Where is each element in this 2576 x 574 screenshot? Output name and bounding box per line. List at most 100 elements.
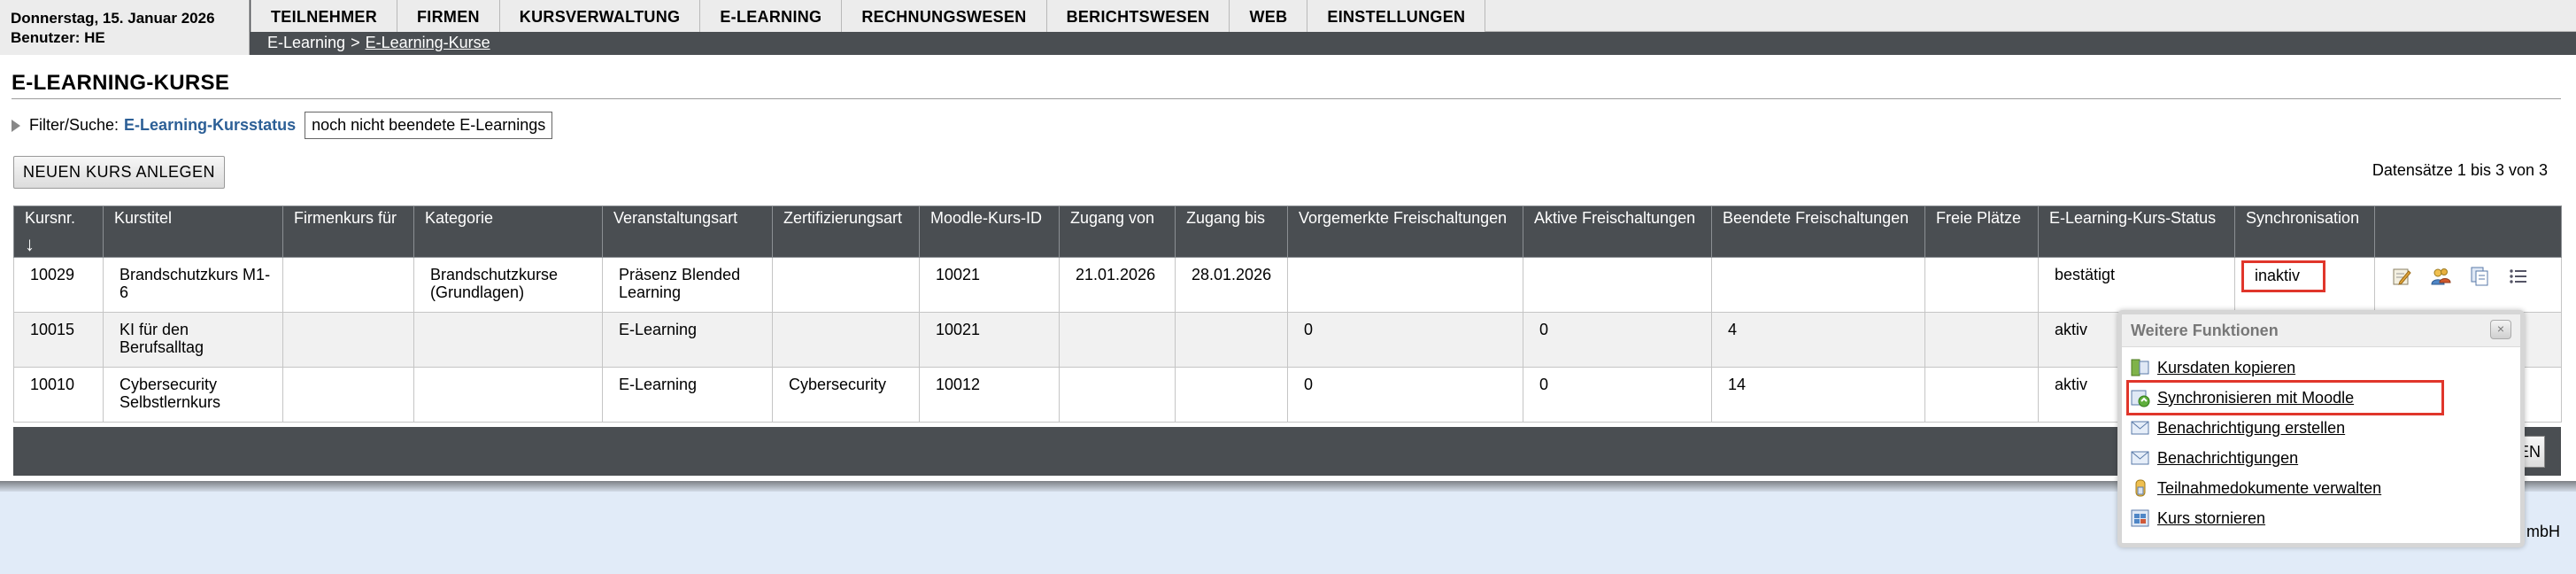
cell-zertifizierungsart: Cybersecurity xyxy=(772,367,920,423)
cell-zugang-von: 21.01.2026 xyxy=(1059,257,1176,313)
menu-item-kurs-stornieren[interactable]: Kurs stornieren xyxy=(2131,503,2520,533)
nav-kursverwaltung[interactable]: KURSVERWALTUNG xyxy=(498,0,701,32)
col-aktive[interactable]: Aktive Freischaltungen xyxy=(1523,206,1712,258)
menu-item-label: Kursdaten kopieren xyxy=(2157,358,2296,376)
col-zertifizierungsart[interactable]: Zertifizierungsart xyxy=(772,206,920,258)
cell-kategorie xyxy=(413,367,603,423)
cell-zertifizierungsart xyxy=(772,312,920,368)
col-moodle-id[interactable]: Moodle-Kurs-ID xyxy=(919,206,1060,258)
cell-zugang-bis xyxy=(1175,367,1288,423)
menu-item-label: Teilnahmedokumente verwalten xyxy=(2157,478,2382,497)
nav-einstellungen[interactable]: EINSTELLUNGEN xyxy=(1307,0,1486,32)
cell-freie-plaetze xyxy=(1924,312,2039,368)
date-user-box: Donnerstag, 15. Januar 2026 Benutzer: HE xyxy=(0,0,250,55)
breadcrumb-parent[interactable]: E-Learning xyxy=(267,34,345,51)
col-beendete[interactable]: Beendete Freischaltungen xyxy=(1711,206,1925,258)
cell-vorgemerkte: 0 xyxy=(1287,312,1523,368)
nav-teilnehmer[interactable]: TEILNEHMER xyxy=(251,0,397,32)
cell-zertifizierungsart xyxy=(772,257,920,313)
mail-create-icon xyxy=(2131,421,2149,435)
cell-freie-plaetze xyxy=(1924,367,2039,423)
menu-item-label: Kurs stornieren xyxy=(2157,508,2266,527)
copyright-text: mbH xyxy=(2526,523,2560,540)
nav-web[interactable]: WEB xyxy=(1229,0,1308,32)
cell-zugang-bis: 28.01.2026 xyxy=(1175,257,1288,313)
col-kursnr[interactable]: Kursnr. ↓ xyxy=(13,206,104,258)
cell-aktive xyxy=(1523,257,1712,313)
col-vorgemerkte[interactable]: Vorgemerkte Freischaltungen xyxy=(1287,206,1523,258)
menu-item-label: Benachrichtigung erstellen xyxy=(2157,418,2346,437)
cell-moodle-id: 10012 xyxy=(919,367,1060,423)
sync-icon xyxy=(2131,390,2150,407)
breadcrumb-current[interactable]: E-Learning-Kurse xyxy=(366,34,490,51)
cell-vorgemerkte: 0 xyxy=(1287,367,1523,423)
main-nav: TEILNEHMER FIRMEN KURSVERWALTUNG E-LEARN… xyxy=(251,0,1486,32)
filter-value: noch nicht beendete E-Learnings xyxy=(305,112,553,139)
cell-zugang-bis xyxy=(1175,312,1288,368)
sort-down-icon[interactable]: ↓ xyxy=(25,233,97,256)
menu-item-teilnahmedokumente[interactable]: Teilnahmedokumente verwalten xyxy=(2131,473,2520,503)
sync-status-highlight: inaktiv xyxy=(2241,260,2326,292)
col-freie-plaetze[interactable]: Freie Plätze xyxy=(1924,206,2039,258)
close-icon[interactable]: × xyxy=(2490,320,2511,339)
nav-firmen[interactable]: FIRMEN xyxy=(397,0,500,32)
users-icon[interactable] xyxy=(2430,266,2451,287)
col-zugang-bis[interactable]: Zugang bis xyxy=(1175,206,1288,258)
current-user: Benutzer: HE xyxy=(11,29,105,46)
popup-header: Weitere Funktionen × xyxy=(2122,314,2520,347)
cell-moodle-id: 10021 xyxy=(919,257,1060,313)
cell-firmenkurs xyxy=(282,257,414,313)
cell-kurstitel: KI für den Berufsalltag xyxy=(103,312,283,368)
cell-kurstitel: Brandschutzkurs M1-6 xyxy=(103,257,283,313)
cell-status: bestätigt xyxy=(2038,257,2235,313)
col-zugang-von[interactable]: Zugang von xyxy=(1059,206,1176,258)
cell-kategorie xyxy=(413,312,603,368)
cell-kategorie: Brandschutzkurse (Grundlagen) xyxy=(413,257,603,313)
filter-label[interactable]: Filter/Suche: xyxy=(29,116,119,135)
col-status[interactable]: E-Learning-Kurs-Status xyxy=(2038,206,2235,258)
expand-triangle-icon[interactable] xyxy=(12,119,20,132)
copy-data-icon xyxy=(2131,359,2149,376)
cell-synchronisation: inaktiv xyxy=(2234,257,2375,313)
col-veranstaltungsart[interactable]: Veranstaltungsart xyxy=(602,206,773,258)
table-row[interactable]: 10029 Brandschutzkurs M1-6 Brandschutzku… xyxy=(13,257,2562,313)
cell-beendete: 4 xyxy=(1711,312,1925,368)
col-synchronisation[interactable]: Synchronisation xyxy=(2234,206,2375,258)
col-kurstitel[interactable]: Kurstitel xyxy=(103,206,283,258)
cell-vorgemerkte xyxy=(1287,257,1523,313)
cell-kurstitel: Cybersecurity Selbstlernkurs xyxy=(103,367,283,423)
mail-icon xyxy=(2131,451,2149,465)
cell-freie-plaetze xyxy=(1924,257,2039,313)
new-course-button[interactable]: NEUEN KURS ANLEGEN xyxy=(13,156,226,189)
nav-rechnungswesen[interactable]: RECHNUNGSWESEN xyxy=(841,0,1047,32)
copy-icon[interactable] xyxy=(2469,266,2490,287)
menu-item-label: Benachrichtigungen xyxy=(2157,448,2299,467)
cancel-course-icon xyxy=(2131,509,2149,527)
cell-beendete: 14 xyxy=(1711,367,1925,423)
cell-zugang-von xyxy=(1059,312,1176,368)
menu-item-kursdaten-kopieren[interactable]: Kursdaten kopieren xyxy=(2131,353,2520,383)
cell-aktive: 0 xyxy=(1523,367,1712,423)
nav-e-learning[interactable]: E-LEARNING xyxy=(699,0,843,32)
menu-item-benachrichtigung-erstellen[interactable]: Benachrichtigung erstellen xyxy=(2131,413,2520,443)
cell-kursnr: 10015 xyxy=(13,312,104,368)
col-firmenkurs[interactable]: Firmenkurs für xyxy=(282,206,414,258)
menu-item-benachrichtigungen[interactable]: Benachrichtigungen xyxy=(2131,443,2520,473)
breadcrumb: E-Learning > E-Learning-Kurse xyxy=(267,34,490,52)
cell-zugang-von xyxy=(1059,367,1176,423)
breadcrumb-separator: > xyxy=(351,34,360,51)
popup-menu: Kursdaten kopieren Synchronisieren mit M… xyxy=(2122,347,2520,533)
col-kategorie[interactable]: Kategorie xyxy=(413,206,603,258)
filter-bar: Filter/Suche: E-Learning-Kursstatus noch… xyxy=(12,112,553,139)
nav-berichtswesen[interactable]: BERICHTSWESEN xyxy=(1045,0,1230,32)
cell-moodle-id: 10021 xyxy=(919,312,1060,368)
edit-icon[interactable] xyxy=(2391,266,2412,287)
col-actions xyxy=(2374,206,2562,258)
cell-aktive: 0 xyxy=(1523,312,1712,368)
cell-veranstaltungsart: Präsenz Blended Learning xyxy=(602,257,773,313)
current-date: Donnerstag, 15. Januar 2026 xyxy=(11,10,215,27)
list-icon[interactable] xyxy=(2508,266,2529,287)
cell-veranstaltungsart: E-Learning xyxy=(602,312,773,368)
cell-kursnr: 10029 xyxy=(13,257,104,313)
menu-item-synchronisieren[interactable]: Synchronisieren mit Moodle xyxy=(2126,380,2444,415)
